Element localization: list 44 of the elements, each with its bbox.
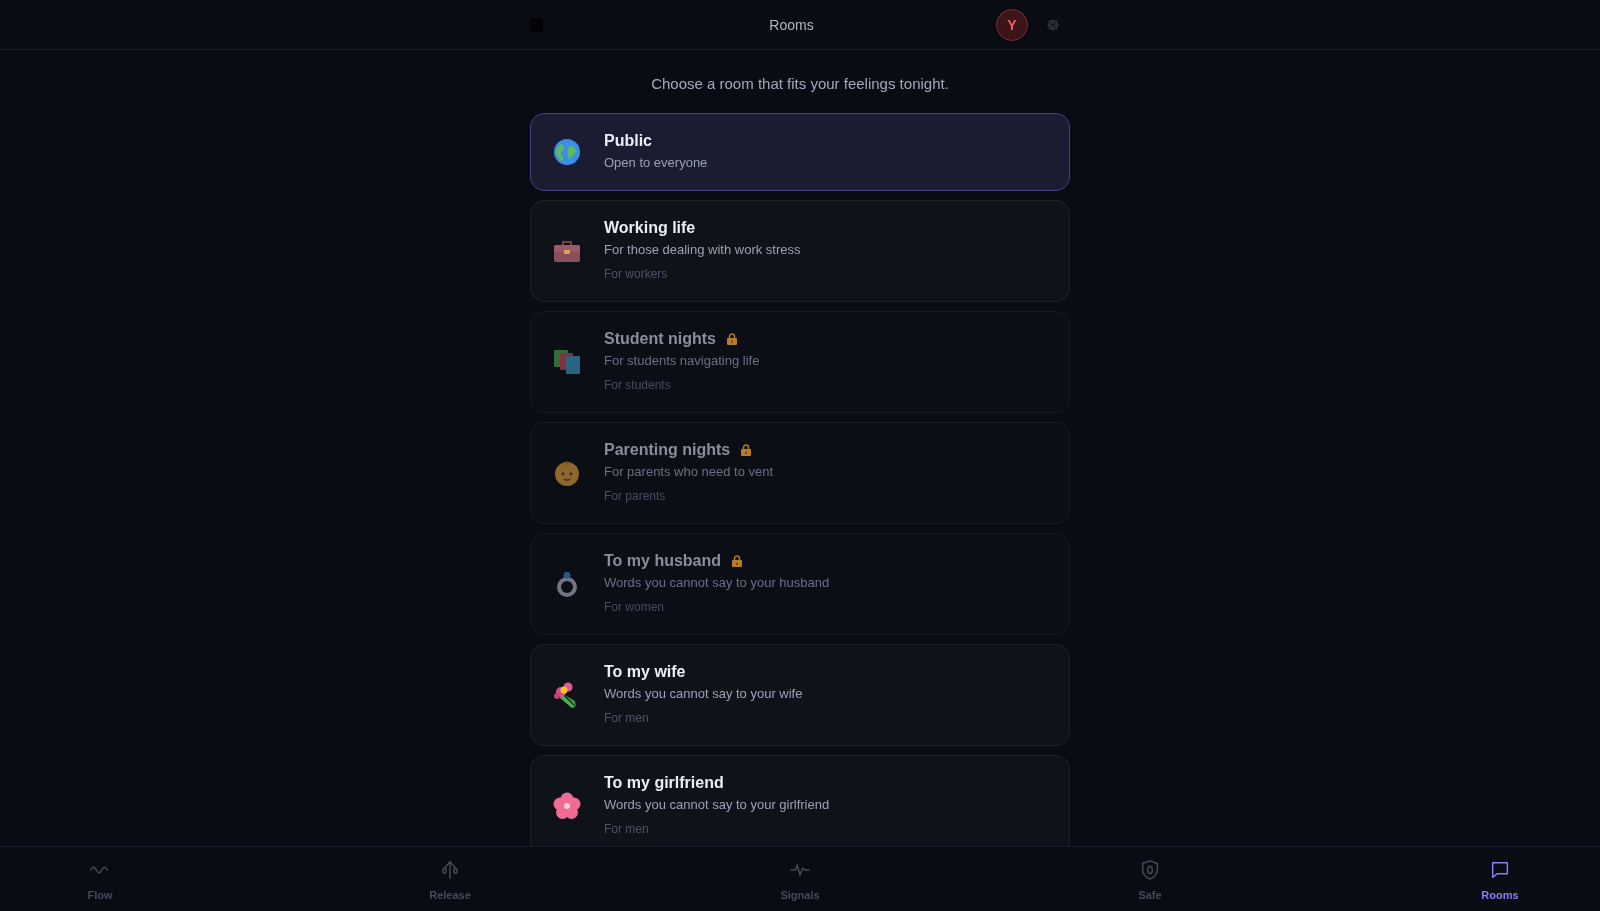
lock-icon [727, 333, 737, 345]
room-audience: For workers [604, 266, 669, 283]
baby-icon [553, 459, 581, 487]
room-title: To my husband [604, 551, 722, 571]
settings-icon[interactable] [1046, 17, 1060, 32]
ring-icon [555, 570, 579, 598]
room-description: Open to everyone [604, 154, 708, 172]
room-card[interactable]: To my girlfriend Words you cannot say to your girlfriend For men [530, 755, 1070, 846]
flower-icon [553, 792, 581, 820]
shield-icon [1139, 859, 1161, 881]
room-card[interactable]: Working life For those dealing with work stress For workers [530, 200, 1070, 302]
room-title: Student nights [604, 329, 716, 349]
room-title: To my girlfriend [604, 773, 724, 793]
chat-bubble-icon [1489, 859, 1511, 881]
page-title: Rooms [769, 15, 814, 35]
avatar[interactable]: Y [996, 8, 1028, 41]
room-audience: For women [604, 599, 666, 616]
lock-icon [741, 444, 752, 456]
room-card[interactable]: Public Open to everyone [530, 113, 1070, 191]
room-description: For parents who need to vent [604, 463, 774, 481]
room-description: Words you cannot say to your girlfriend [604, 796, 830, 814]
room-card[interactable]: To my wife Words you cannot say to your wife For men [530, 644, 1070, 746]
room-description: Words you cannot say to your wife [604, 685, 803, 703]
room-description: For students navigating life [604, 352, 760, 370]
room-audience: For men [604, 821, 650, 838]
room-audience: For parents [604, 488, 667, 505]
briefcase-icon [553, 239, 581, 263]
room-card[interactable]: Student nights For students navigating life For students [530, 311, 1070, 413]
prompt-text: Choose a room that fits your feelings tonight. [650, 74, 950, 94]
upward-arrow-icon [439, 859, 461, 881]
books-icon [553, 349, 581, 375]
room-audience: For students [604, 377, 672, 394]
lock-icon [732, 555, 743, 567]
room-title: Parenting nights [604, 440, 731, 460]
room-description: Words you cannot say to your husband [604, 574, 830, 592]
room-title: To my wife [604, 662, 686, 682]
room-title: Working life [604, 218, 696, 238]
room-card[interactable]: To my husband Words you cannot say to your husband For women [530, 533, 1070, 635]
room-card[interactable]: Parenting nights For parents who need to vent For parents [530, 422, 1070, 524]
room-description: For those dealing with work stress [604, 241, 801, 259]
nav-tab[interactable]: Rooms [1470, 859, 1530, 903]
globe-icon [553, 138, 581, 166]
room-title: Public [604, 131, 652, 151]
room-audience: For men [604, 710, 650, 727]
